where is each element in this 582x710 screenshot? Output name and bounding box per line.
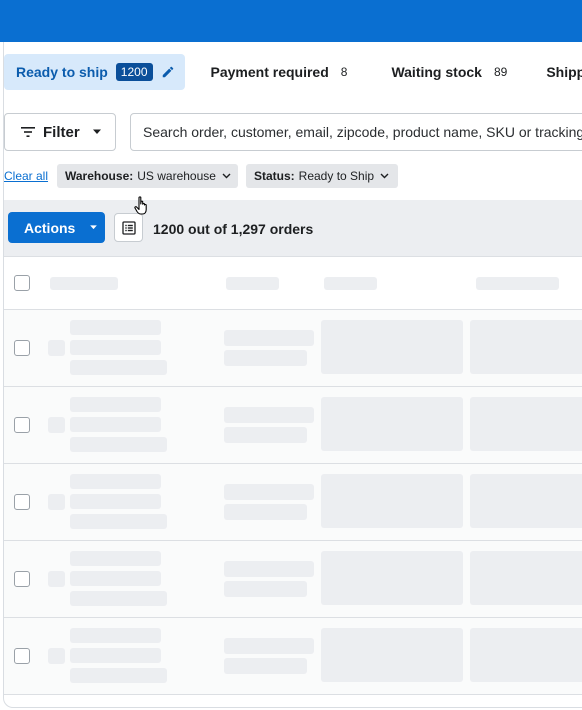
actions-button[interactable]: Actions bbox=[8, 212, 105, 243]
table-row[interactable] bbox=[4, 618, 582, 695]
table-row[interactable] bbox=[4, 387, 582, 464]
row-checkbox[interactable] bbox=[14, 494, 30, 510]
skeleton-line bbox=[224, 504, 307, 520]
top-app-bar bbox=[0, 0, 582, 42]
skeleton-thumb bbox=[48, 648, 65, 664]
tab-label: Payment required bbox=[210, 64, 329, 80]
tab-waiting-stock[interactable]: Waiting stock 89 bbox=[379, 54, 519, 90]
search-placeholder: Search order, customer, email, zipcode, … bbox=[143, 124, 582, 140]
row-checkbox[interactable] bbox=[14, 648, 30, 664]
skeleton-line bbox=[70, 320, 161, 335]
skeleton-header bbox=[226, 277, 279, 290]
tab-count-badge: 1200 bbox=[115, 63, 153, 81]
actions-label: Actions bbox=[24, 219, 76, 236]
skeleton-thumb bbox=[48, 571, 65, 587]
skeleton-block bbox=[321, 474, 463, 528]
table-row[interactable] bbox=[4, 541, 582, 618]
search-input[interactable]: Search order, customer, email, zipcode, … bbox=[130, 113, 582, 151]
skeleton-block bbox=[321, 628, 463, 682]
order-count-text: 1200 out of 1,297 orders bbox=[153, 221, 314, 237]
chip-value: Ready to Ship bbox=[298, 169, 375, 183]
skeleton-line bbox=[70, 360, 167, 375]
tab-payment-required[interactable]: Payment required 8 bbox=[199, 54, 360, 90]
select-all-checkbox[interactable] bbox=[14, 275, 30, 291]
skeleton-line bbox=[70, 417, 161, 432]
row-checkbox[interactable] bbox=[14, 340, 30, 356]
skeleton-line bbox=[224, 561, 314, 577]
skeleton-block bbox=[321, 320, 463, 374]
skeleton-line bbox=[70, 551, 161, 566]
skeleton-block bbox=[470, 551, 582, 605]
skeleton-line bbox=[224, 484, 314, 500]
tab-shipped[interactable]: Shippe bbox=[534, 54, 582, 90]
row-checkbox[interactable] bbox=[14, 417, 30, 433]
skeleton-header bbox=[324, 277, 377, 290]
hand-cursor-icon bbox=[134, 196, 150, 221]
table-row[interactable] bbox=[4, 310, 582, 387]
chevron-down-icon bbox=[222, 173, 231, 179]
filter-lines-icon bbox=[21, 126, 35, 138]
skeleton-line bbox=[224, 658, 307, 674]
chip-value: US warehouse bbox=[137, 169, 216, 183]
skeleton-line bbox=[70, 397, 161, 412]
skeleton-block bbox=[470, 628, 582, 682]
chip-key: Warehouse: bbox=[65, 169, 134, 183]
skeleton-line bbox=[70, 591, 167, 606]
filter-button[interactable]: Filter bbox=[4, 113, 116, 151]
skeleton-line bbox=[224, 427, 307, 443]
filter-label: Filter bbox=[43, 123, 80, 141]
status-filter-chip[interactable]: Status: Ready to Ship bbox=[246, 164, 398, 188]
skeleton-line bbox=[70, 628, 161, 643]
skeleton-thumb bbox=[48, 494, 65, 510]
skeleton-block bbox=[321, 551, 463, 605]
skeleton-line bbox=[70, 668, 167, 683]
skeleton-header bbox=[476, 277, 559, 290]
skeleton-line bbox=[224, 407, 314, 423]
skeleton-line bbox=[224, 350, 307, 366]
chip-key: Status: bbox=[254, 169, 295, 183]
orders-panel: Ready to ship 1200 Payment required 8 Wa… bbox=[3, 42, 582, 708]
warehouse-filter-chip[interactable]: Warehouse: US warehouse bbox=[57, 164, 238, 188]
skeleton-block bbox=[321, 397, 463, 451]
tab-ready-to-ship[interactable]: Ready to ship 1200 bbox=[4, 54, 185, 90]
skeleton-line bbox=[70, 648, 161, 663]
skeleton-thumb bbox=[48, 340, 65, 356]
skeleton-line bbox=[224, 330, 314, 346]
table-row[interactable] bbox=[4, 464, 582, 541]
bulk-actions-bar: Actions 1200 out of 1,297 orders bbox=[4, 200, 582, 257]
caret-down-icon bbox=[92, 129, 102, 135]
skeleton-line bbox=[70, 437, 167, 452]
row-checkbox[interactable] bbox=[14, 571, 30, 587]
skeleton-line bbox=[70, 514, 167, 529]
skeleton-thumb bbox=[48, 417, 65, 433]
skeleton-line bbox=[70, 571, 161, 586]
skeleton-block bbox=[470, 320, 582, 374]
tab-count: 8 bbox=[340, 65, 348, 79]
clear-all-link[interactable]: Clear all bbox=[4, 169, 48, 183]
skeleton-header bbox=[50, 277, 118, 290]
tab-label: Shippe bbox=[546, 64, 582, 80]
skeleton-line bbox=[70, 494, 161, 509]
table-header bbox=[4, 257, 582, 310]
tab-label: Waiting stock bbox=[391, 64, 482, 80]
list-view-icon bbox=[121, 220, 136, 235]
chevron-down-icon bbox=[380, 173, 389, 179]
tab-label: Ready to ship bbox=[16, 64, 108, 80]
skeleton-line bbox=[224, 638, 314, 654]
skeleton-line bbox=[70, 474, 161, 489]
skeleton-block bbox=[470, 397, 582, 451]
pencil-icon[interactable] bbox=[161, 65, 175, 79]
skeleton-block bbox=[470, 474, 582, 528]
caret-down-icon bbox=[89, 225, 98, 230]
skeleton-line bbox=[224, 581, 307, 597]
tab-count: 89 bbox=[493, 65, 508, 79]
status-tabs: Ready to ship 1200 Payment required 8 Wa… bbox=[4, 54, 582, 90]
skeleton-line bbox=[70, 340, 161, 355]
